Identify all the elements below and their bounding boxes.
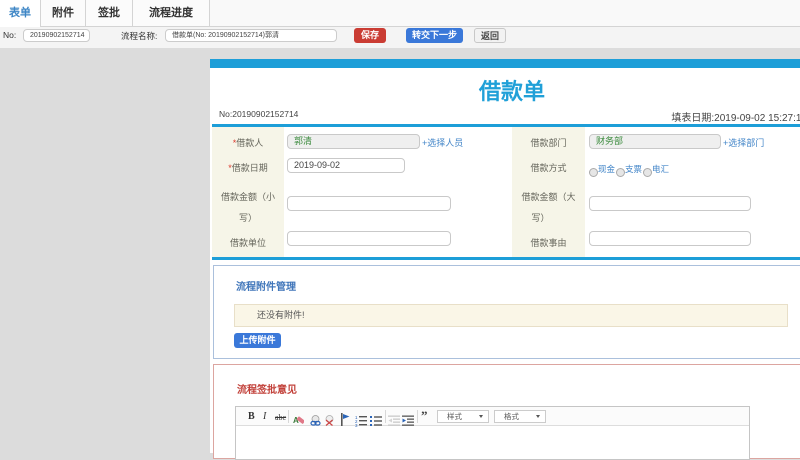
- svg-text:3: 3: [355, 423, 358, 428]
